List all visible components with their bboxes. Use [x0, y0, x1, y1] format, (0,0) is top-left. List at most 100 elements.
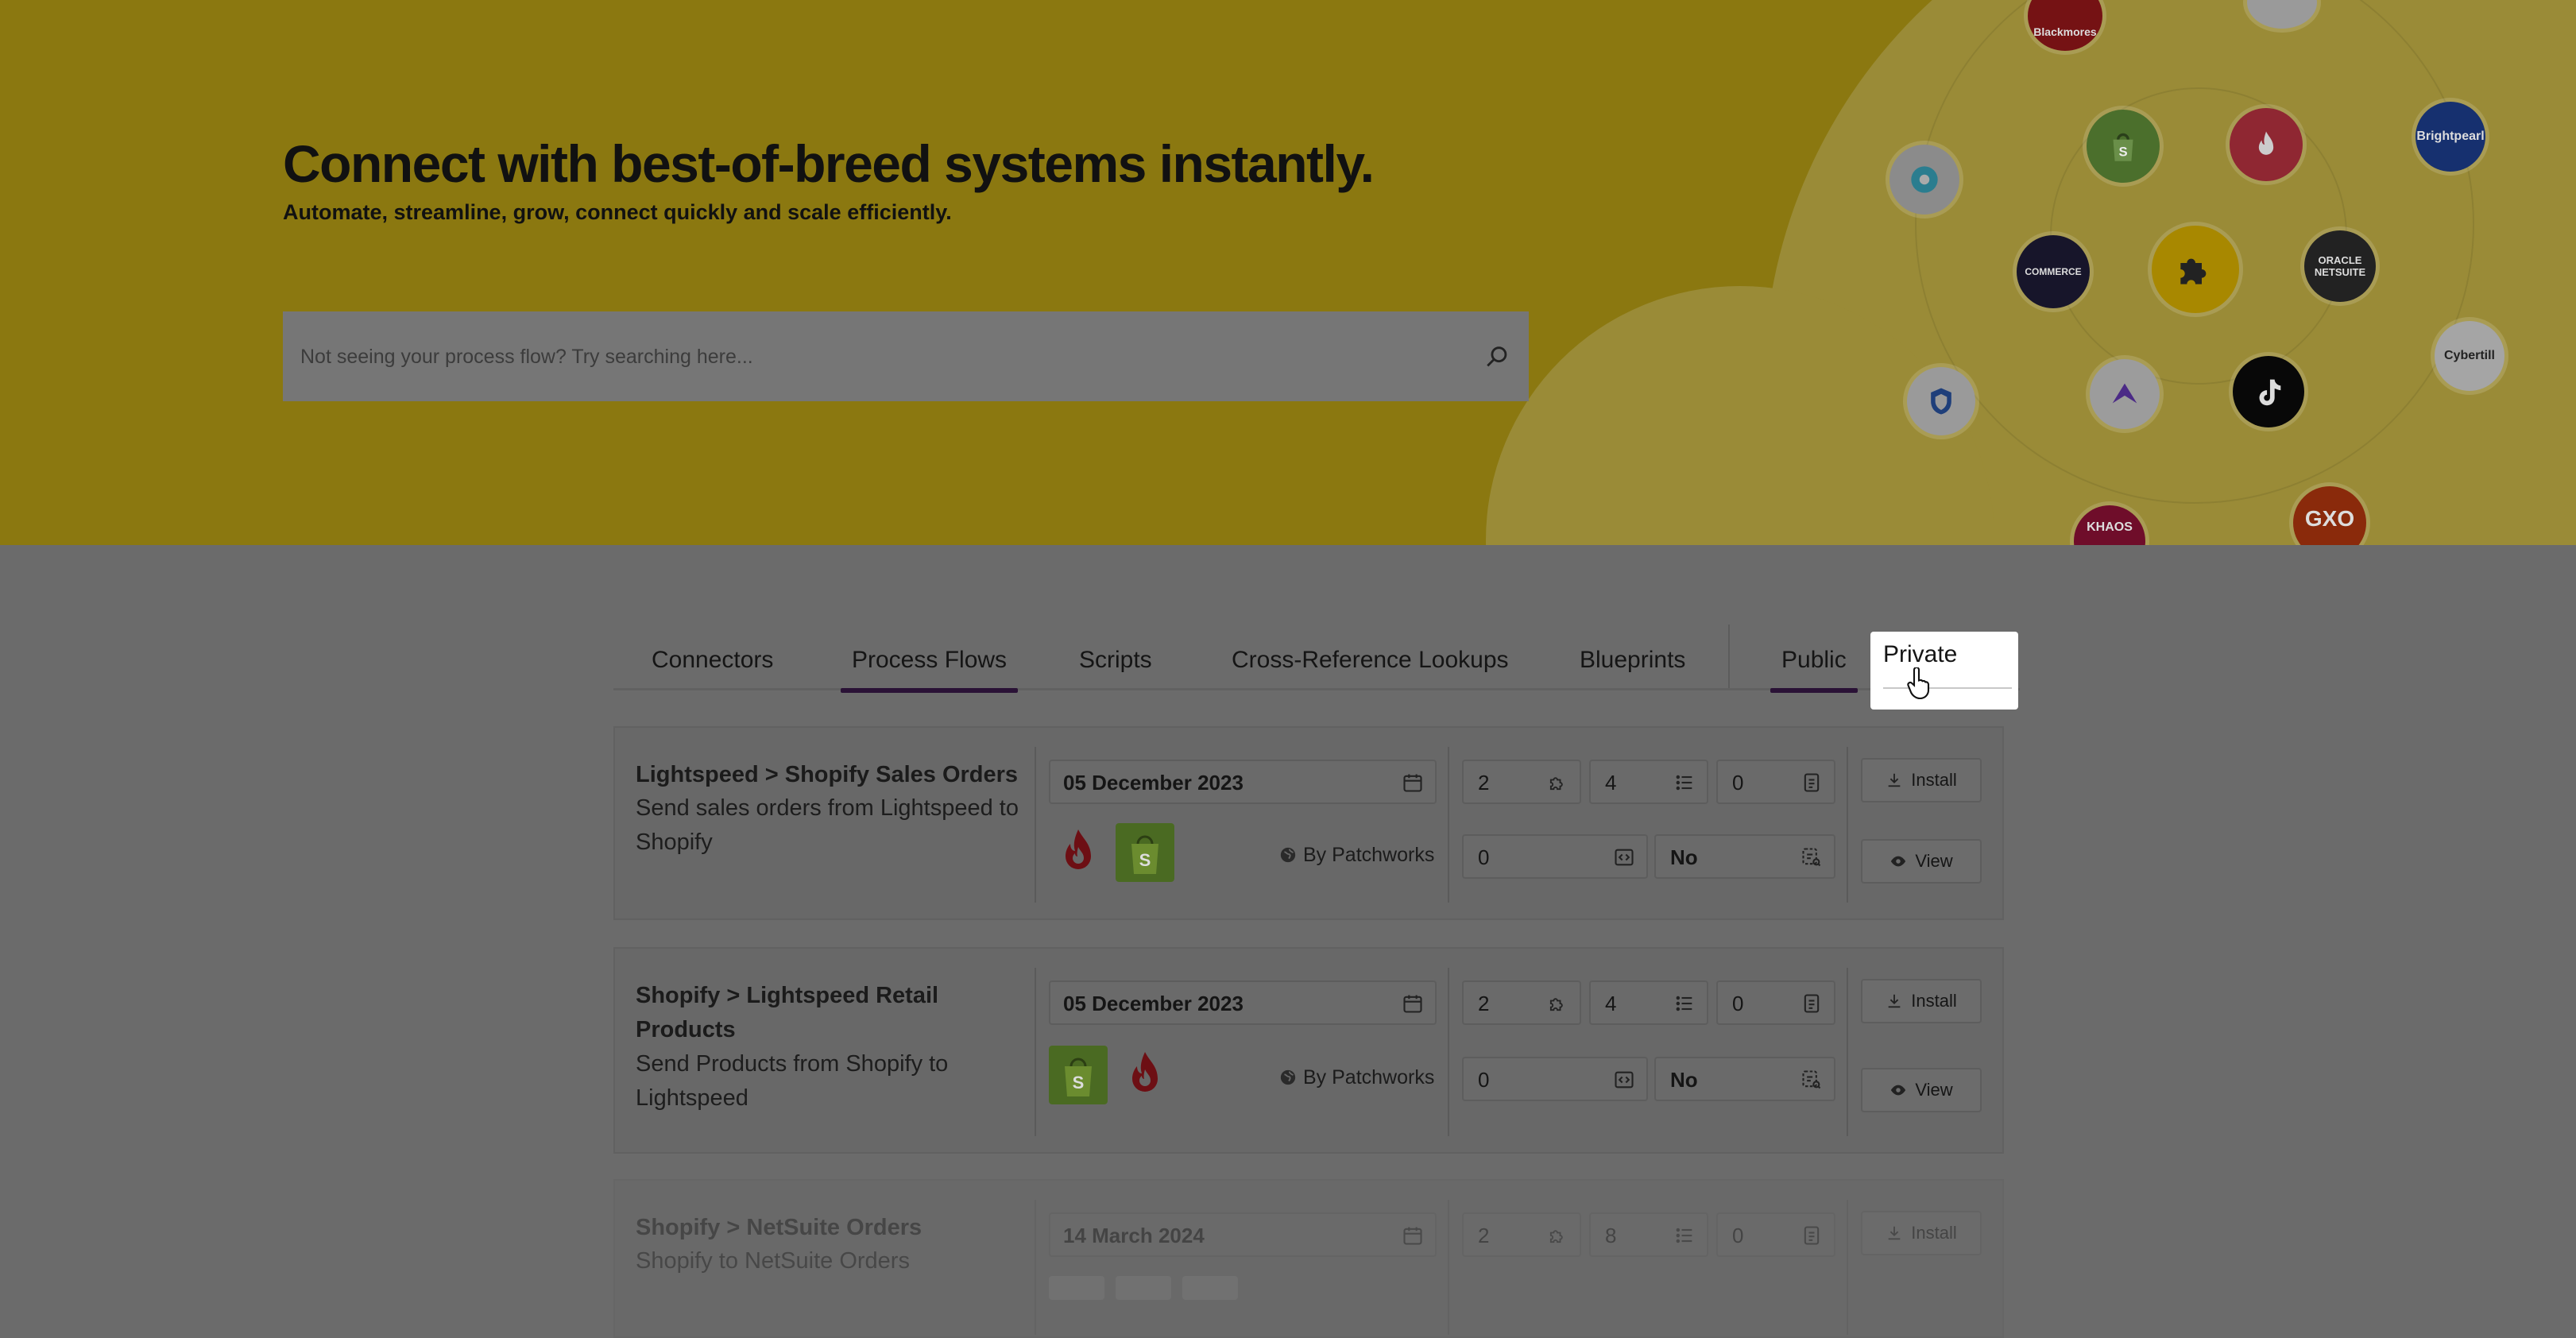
svg-text:S: S — [1139, 850, 1151, 870]
shopify-logo: S — [2087, 110, 2160, 183]
lightspeed-logo — [1132, 1052, 1158, 1092]
page-title: Connect with best-of-breed systems insta… — [283, 134, 1375, 193]
tab-scripts[interactable]: Scripts — [1079, 620, 1152, 688]
bigcommerce-logo: COMMERCE — [2017, 235, 2090, 308]
process-flow-card[interactable]: Shopify > Lightspeed Retail Products Sen… — [613, 947, 2004, 1154]
flow-title[interactable]: Shopify > NetSuite Orders — [636, 1211, 922, 1245]
card-divider — [1035, 1200, 1036, 1335]
lookup-icon — [1802, 1070, 1821, 1089]
card-divider — [1448, 1200, 1449, 1335]
view-button[interactable]: View — [1861, 839, 1982, 884]
brightpearl-logo: Brightpearl — [2415, 102, 2485, 172]
scripts-count: 0 — [1462, 834, 1648, 879]
code-icon — [1615, 1071, 1634, 1089]
tab-divider — [1728, 625, 1730, 688]
globe-icon — [1280, 847, 1296, 863]
system-logo-placeholder — [1049, 1276, 1104, 1300]
card-divider — [1448, 968, 1449, 1136]
process-flow-card[interactable]: Lightspeed > Shopify Sales Orders Send s… — [613, 726, 2004, 920]
flow-description: Send sales orders from Lightspeed to Sho… — [636, 795, 1019, 855]
document-icon — [1804, 1226, 1820, 1245]
shopify-bag-icon: S — [2113, 133, 2133, 161]
chevron-logo-icon — [2112, 383, 2137, 404]
process-flow-card[interactable]: Shopify > NetSuite Orders Shopify to Net… — [613, 1179, 2004, 1338]
variables-count: 0 — [1716, 1212, 1835, 1257]
cross-reference-flag: No — [1654, 1057, 1835, 1101]
calendar-icon — [1403, 1227, 1422, 1245]
tab-private[interactable]: Private — [1870, 632, 2018, 710]
system-logo-placeholder — [1116, 1276, 1171, 1300]
search-icon[interactable] — [1484, 343, 1511, 370]
puzzle-icon — [1549, 777, 1563, 791]
document-icon — [1804, 994, 1820, 1013]
cross-reference-flag: No — [1654, 834, 1835, 879]
system-logo-placeholder — [1182, 1276, 1238, 1300]
patchworks-logo — [2152, 226, 2239, 313]
lookup-icon — [1802, 848, 1821, 867]
download-icon — [1888, 773, 1901, 787]
connectors-count: 2 — [1462, 1212, 1581, 1257]
date-field: 05 December 2023 — [1049, 980, 1437, 1025]
eye-icon — [1891, 1085, 1906, 1096]
tab-cross-reference-lookups[interactable]: Cross-Reference Lookups — [1232, 620, 1509, 688]
puzzle-icon — [2180, 258, 2207, 284]
steps-count: 4 — [1589, 760, 1708, 804]
install-button[interactable]: Install — [1861, 758, 1982, 802]
svg-text:S: S — [2118, 145, 2127, 160]
connectors-count: 2 — [1462, 980, 1581, 1025]
view-button[interactable]: View — [1861, 1068, 1982, 1112]
hero-banner: Connect with best-of-breed systems insta… — [0, 0, 2576, 545]
tab-connectors[interactable]: Connectors — [652, 620, 773, 688]
list-icon — [1676, 1228, 1692, 1243]
list-icon — [1676, 996, 1692, 1011]
tab-process-flows[interactable]: Process Flows — [840, 620, 1019, 693]
list-icon — [1676, 775, 1692, 791]
tab-blueprints[interactable]: Blueprints — [1580, 620, 1685, 688]
puzzle-icon — [1549, 1230, 1563, 1243]
steps-count: 8 — [1589, 1212, 1708, 1257]
cybertill-logo: Cybertill — [2435, 321, 2504, 391]
steps-count: 4 — [1589, 980, 1708, 1025]
date-field: 05 December 2023 — [1049, 760, 1437, 804]
tiktok-logo — [2233, 356, 2304, 427]
card-divider — [1847, 968, 1848, 1136]
author-label: By Patchworks — [1279, 844, 1434, 867]
shopify-logo: S — [1049, 1046, 1108, 1104]
tab-underline — [1883, 687, 2012, 689]
flow-description: Shopify to NetSuite Orders — [636, 1248, 910, 1274]
search-box[interactable] — [283, 311, 1529, 403]
calendar-icon — [1403, 774, 1422, 792]
download-icon — [1888, 1226, 1901, 1240]
flow-title[interactable]: Shopify > Lightspeed Retail Products — [636, 979, 985, 1047]
calendar-icon — [1403, 995, 1422, 1013]
install-button[interactable]: Install — [1861, 1211, 1982, 1255]
shopify-logo: S — [1116, 823, 1174, 882]
hand-cursor-icon — [1907, 667, 1930, 700]
scripts-count: 0 — [1462, 1057, 1648, 1101]
install-button[interactable]: Install — [1861, 979, 1982, 1023]
document-icon — [1804, 773, 1820, 792]
search-input[interactable] — [299, 311, 1446, 403]
lightspeed-logo — [1066, 829, 1091, 869]
tab-public[interactable]: Public — [1770, 620, 1858, 693]
variables-count: 0 — [1716, 760, 1835, 804]
card-divider — [1847, 1200, 1848, 1335]
oracle-netsuite-logo: ORACLE NETSUITE — [2304, 230, 2376, 302]
page-subtitle: Automate, streamline, grow, connect quic… — [283, 200, 952, 224]
author-label: By Patchworks — [1279, 1066, 1434, 1089]
shield-logo — [1907, 367, 1975, 435]
download-icon — [1888, 994, 1901, 1008]
flow-title[interactable]: Lightspeed > Shopify Sales Orders — [636, 758, 1018, 792]
puzzle-icon — [1549, 998, 1563, 1011]
sps-commerce-logo — [1889, 145, 1959, 215]
connectors-count: 2 — [1462, 760, 1581, 804]
lightspeed-logo — [2230, 108, 2303, 181]
variables-count: 0 — [1716, 980, 1835, 1025]
tiktok-icon — [2259, 379, 2281, 406]
tab-bar: Connectors Process Flows Scripts Cross-R… — [613, 612, 2020, 693]
card-divider — [1035, 747, 1036, 903]
date-field: 14 March 2024 — [1049, 1212, 1437, 1257]
code-icon — [1615, 849, 1634, 866]
eye-icon — [1891, 856, 1906, 867]
shield-icon — [1931, 388, 1951, 415]
